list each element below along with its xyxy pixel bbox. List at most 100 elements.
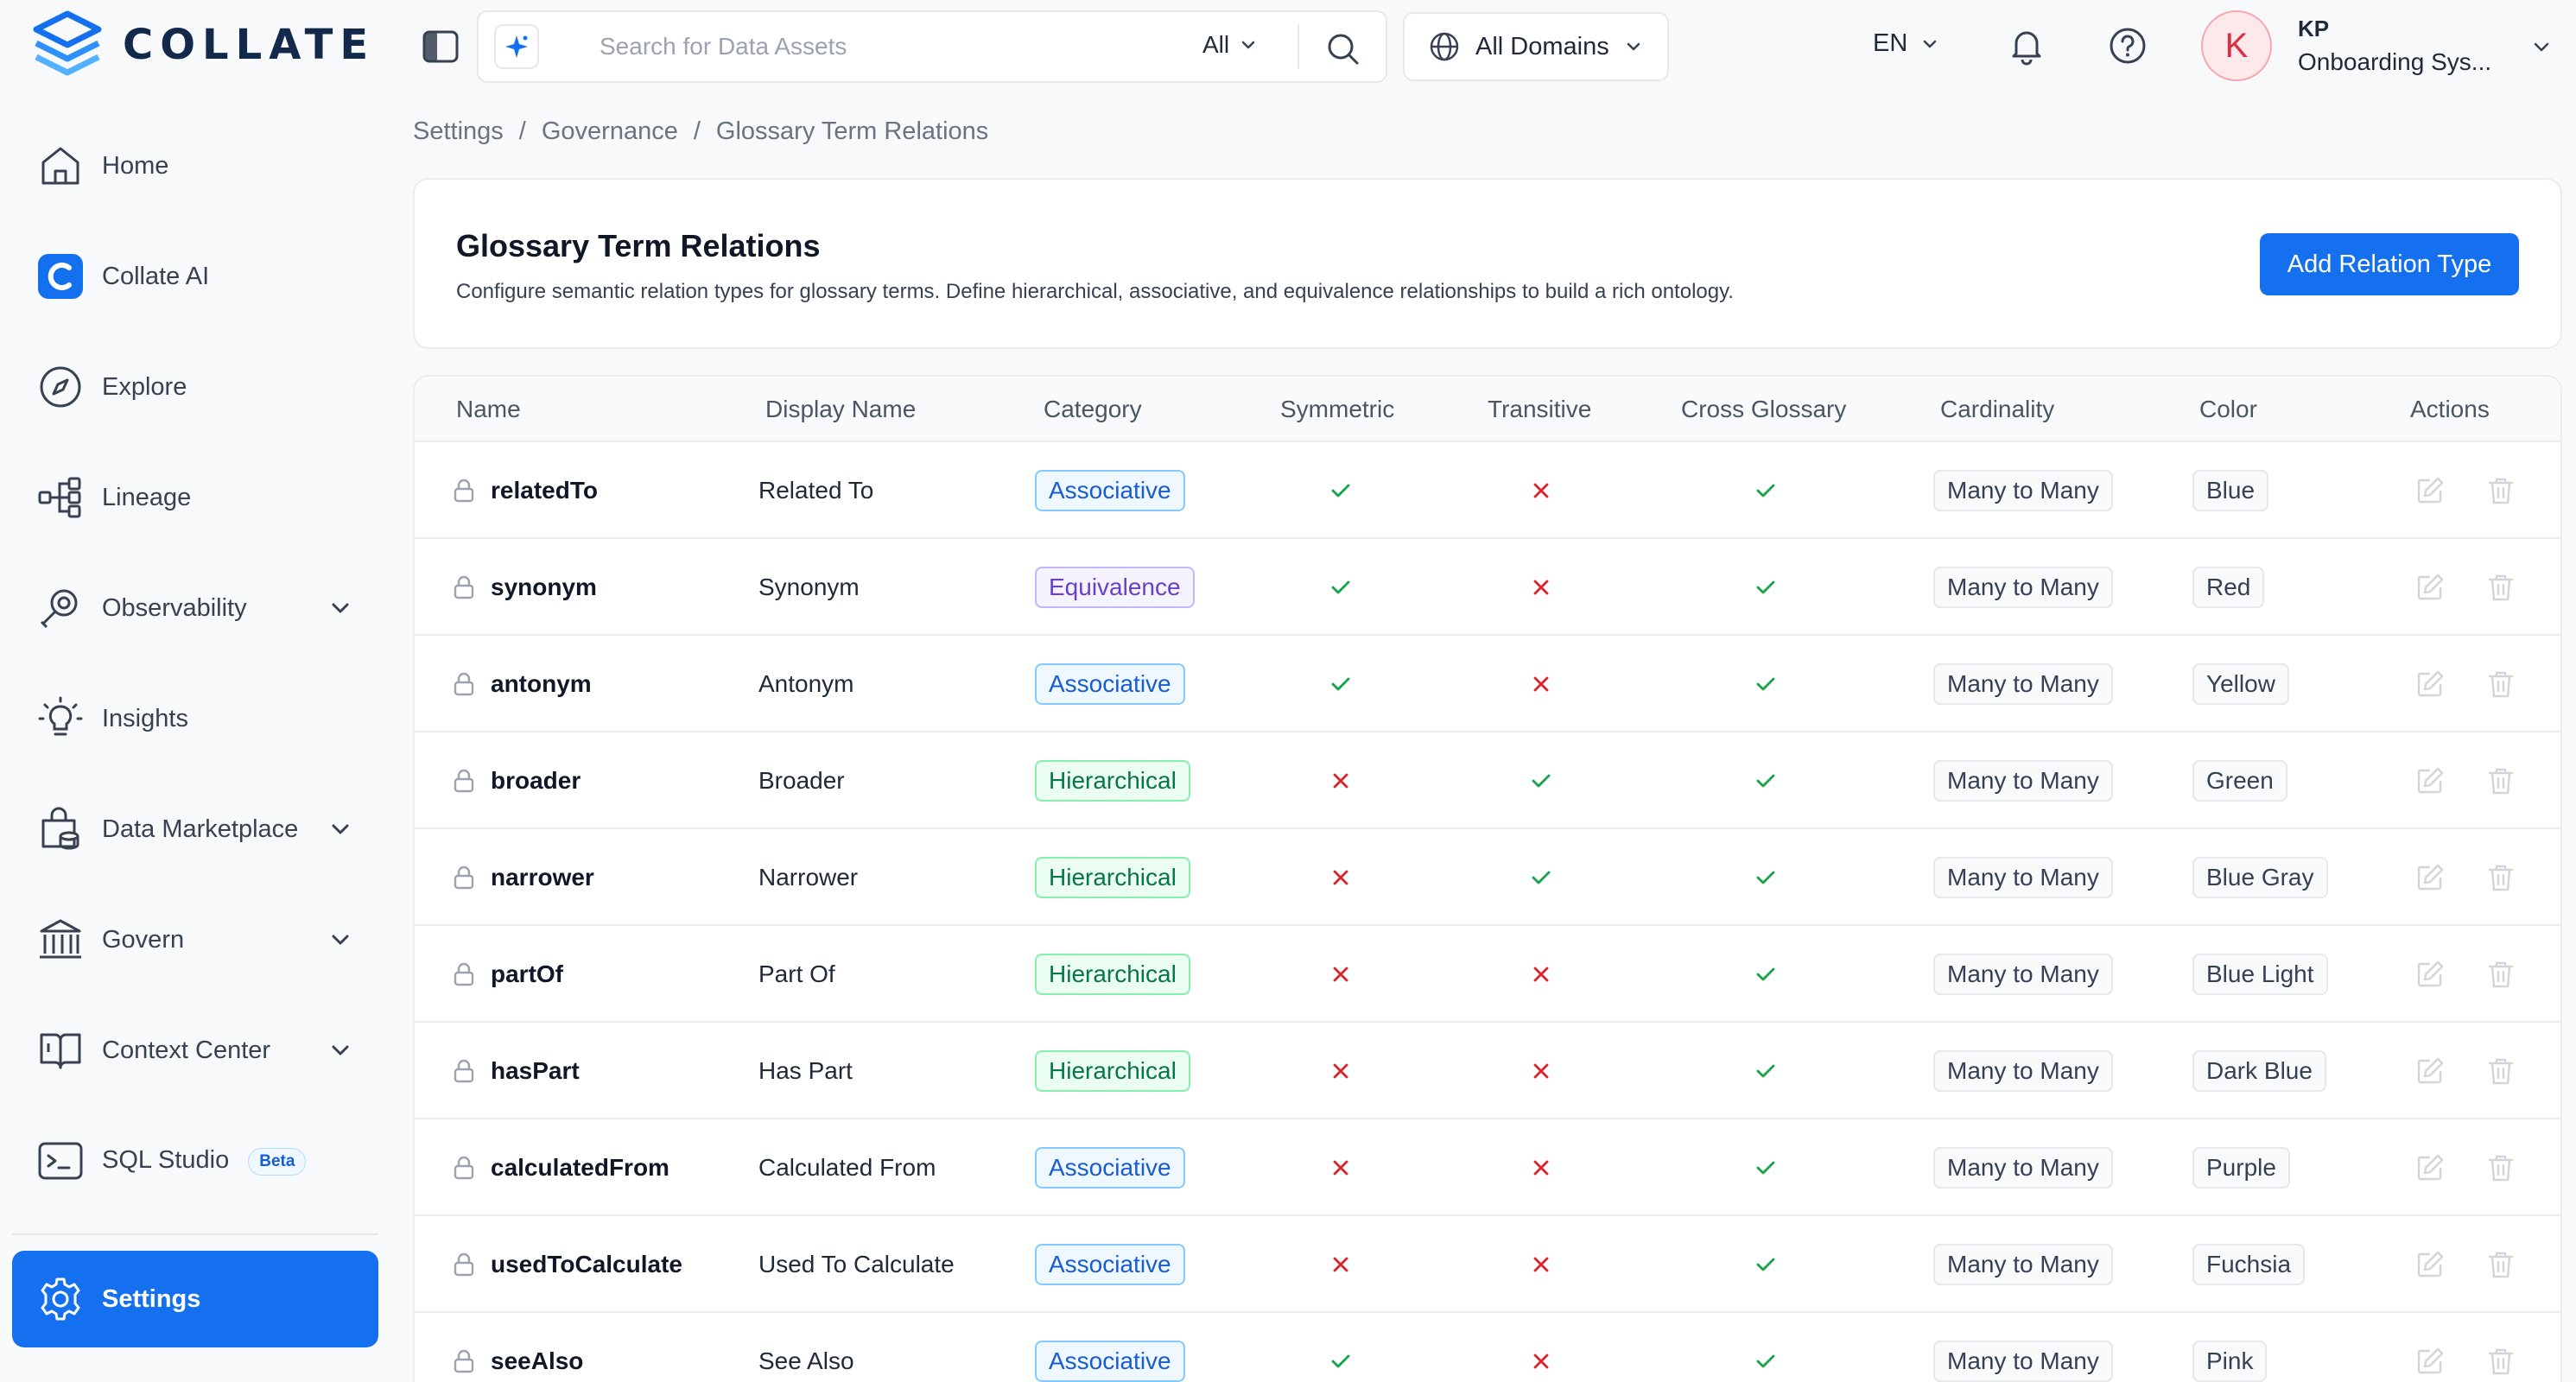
collate-logo[interactable]: COLLATE [31, 10, 375, 79]
category-cell: Associative [1035, 1313, 1185, 1382]
category-cell: Associative [1035, 442, 1185, 539]
actions-cell [2414, 926, 2517, 1023]
cross-icon [1333, 870, 1348, 885]
sidebar-item-govern[interactable]: Govern [12, 891, 378, 988]
edit-icon[interactable] [2414, 1055, 2446, 1087]
trash-icon[interactable] [2484, 764, 2517, 797]
sidebar-item-collate-ai[interactable]: Collate AI [12, 228, 378, 325]
sidebar-item-label: Home [102, 151, 169, 180]
table-row[interactable]: antonym Antonym Associative Many to Many Yel… [415, 636, 2560, 732]
edit-icon[interactable] [2414, 668, 2446, 701]
display-name-cell: Part Of [758, 926, 835, 1023]
table-row[interactable]: calculatedFrom Calculated From Associative… [415, 1119, 2560, 1216]
trash-icon[interactable] [2484, 571, 2517, 604]
table-row[interactable]: hasPart Has Part Hierarchical Many to Many D… [415, 1023, 2560, 1119]
cross-icon [1333, 1257, 1348, 1272]
relation-name[interactable]: hasPart [491, 1057, 580, 1085]
trash-icon[interactable] [2484, 1345, 2517, 1378]
relation-name[interactable]: partOf [491, 960, 563, 988]
compass-icon [36, 363, 85, 411]
ai-search-button[interactable] [494, 24, 539, 69]
category-cell: Associative [1035, 1119, 1185, 1216]
trash-icon[interactable] [2484, 1151, 2517, 1184]
sidebar-item-label: Insights [102, 704, 188, 732]
trash-icon[interactable] [2484, 474, 2517, 507]
sidebar-item-context-center[interactable]: Context Center [12, 1002, 378, 1099]
edit-icon[interactable] [2414, 474, 2446, 507]
avatar[interactable]: K [2201, 10, 2272, 81]
edit-icon[interactable] [2414, 1345, 2446, 1378]
search-icon[interactable] [1323, 29, 1361, 67]
user-name[interactable]: Onboarding Sys... [2298, 48, 2491, 76]
check-icon [1756, 774, 1775, 788]
sidebar-toggle-icon[interactable] [422, 29, 460, 64]
edit-icon[interactable] [2414, 1151, 2446, 1184]
sidebar-item-label: Observability [102, 593, 247, 622]
lock-icon [454, 769, 474, 793]
sidebar-item-lineage[interactable]: Lineage [12, 449, 378, 546]
check-icon [1532, 774, 1551, 788]
breadcrumb-settings[interactable]: Settings [413, 117, 504, 146]
relation-name[interactable]: synonym [491, 574, 597, 601]
edit-icon[interactable] [2414, 1248, 2446, 1281]
category-cell: Hierarchical [1035, 732, 1190, 829]
category-tag: Hierarchical [1035, 1050, 1190, 1092]
trash-icon[interactable] [2484, 1055, 2517, 1087]
edit-icon[interactable] [2414, 764, 2446, 797]
actions-cell [2414, 1313, 2517, 1382]
sidebar-item-home[interactable]: Home [12, 117, 378, 214]
sidebar-item-explore[interactable]: Explore [12, 339, 378, 435]
add-relation-type-button[interactable]: Add Relation Type [2260, 233, 2519, 295]
table-row[interactable]: narrower Narrower Hierarchical Many to Many… [415, 829, 2560, 926]
cardinality-cell: Many to Many [1933, 926, 2113, 1023]
bell-icon[interactable] [2006, 24, 2047, 66]
relation-name[interactable]: calculatedFrom [491, 1154, 669, 1182]
category-tag: Associative [1035, 1147, 1185, 1189]
domains-dropdown[interactable]: All Domains [1403, 12, 1669, 81]
sidebar-item-settings[interactable]: Settings [12, 1251, 378, 1347]
sidebar-item-sql-studio[interactable]: SQL Studio Beta [12, 1113, 378, 1209]
relation-name[interactable]: usedToCalculate [491, 1251, 682, 1278]
color-cell: Red [2192, 539, 2265, 636]
table-row[interactable]: partOf Part Of Hierarchical Many to Many Blu… [415, 926, 2560, 1023]
relation-name[interactable]: antonym [491, 670, 592, 698]
sidebar-item-insights[interactable]: Insights [12, 670, 378, 767]
sidebar-item-observability[interactable]: Observability [12, 560, 378, 656]
sidebar-item-data-marketplace[interactable]: Data Marketplace [12, 781, 378, 878]
trash-icon[interactable] [2484, 861, 2517, 894]
relation-name[interactable]: broader [491, 767, 581, 795]
column-header-transitive: Transitive [1488, 396, 1592, 422]
check-icon [1756, 484, 1775, 498]
chevron-down-icon [1924, 40, 1937, 48]
table-row[interactable]: usedToCalculate Used To Calculate Associat… [415, 1216, 2560, 1313]
check-icon [1756, 1354, 1775, 1368]
trash-icon[interactable] [2484, 1248, 2517, 1281]
table-row[interactable]: broader Broader Hierarchical Many to Many Gr… [415, 732, 2560, 829]
relation-name[interactable]: relatedTo [491, 477, 598, 504]
cardinality-tag: Many to Many [1933, 954, 2113, 995]
search-input[interactable] [600, 29, 1135, 64]
search-scope-dropdown[interactable]: All [1202, 31, 1259, 59]
search-scope-label: All [1202, 31, 1230, 58]
table-row[interactable]: seeAlso See Also Associative Many to Many Pi… [415, 1313, 2560, 1382]
relation-name[interactable]: seeAlso [491, 1347, 583, 1375]
breadcrumb-governance[interactable]: Governance [542, 117, 678, 146]
chevron-down-icon [1241, 41, 1255, 49]
edit-icon[interactable] [2414, 861, 2446, 894]
table-row[interactable]: relatedTo Related To Associative Many to Ma… [415, 442, 2560, 539]
trash-icon[interactable] [2484, 668, 2517, 701]
symmetric-cell [1329, 926, 1353, 1023]
help-icon[interactable] [2108, 26, 2148, 66]
edit-icon[interactable] [2414, 958, 2446, 991]
chevron-down-icon [1627, 42, 1640, 51]
relation-name[interactable]: narrower [491, 864, 594, 891]
edit-icon[interactable] [2414, 571, 2446, 604]
language-selector[interactable]: EN [1873, 29, 1940, 58]
chevron-down-icon[interactable] [2529, 35, 2554, 59]
trash-icon[interactable] [2484, 958, 2517, 991]
cross-icon [1333, 773, 1348, 789]
table-row[interactable]: synonym Synonym Equivalence Many to Many Red [415, 539, 2560, 636]
lightbulb-icon [36, 694, 85, 743]
display-name: Antonym [758, 670, 854, 697]
color-cell: Fuchsia [2192, 1216, 2306, 1313]
